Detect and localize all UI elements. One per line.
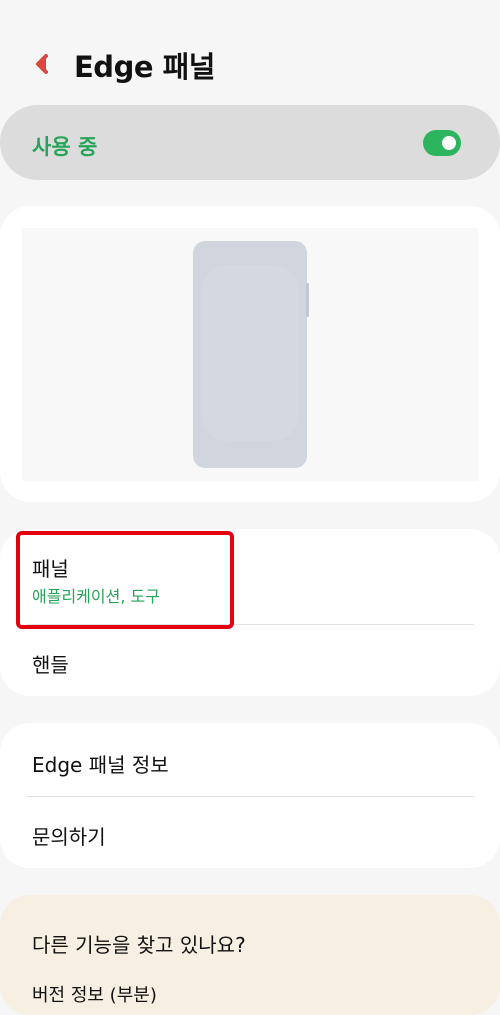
app-bar: Edge 패널	[0, 0, 500, 110]
about-card: Edge 패널 정보 문의하기	[0, 723, 500, 868]
master-switch-label: 사용 중	[32, 135, 98, 159]
phone-preview	[22, 228, 478, 481]
preview-card	[0, 206, 500, 502]
phone-image	[193, 241, 307, 468]
master-toggle[interactable]	[423, 130, 461, 156]
about-edge-panel-item[interactable]: Edge 패널 정보	[32, 749, 169, 778]
suggestions-card: 다른 기능을 찾고 있나요? 버전 정보 (부분)	[0, 895, 500, 1015]
highlight-box	[16, 531, 234, 629]
divider	[26, 796, 474, 797]
back-arrow-icon[interactable]	[30, 52, 52, 76]
contact-us-item[interactable]: 문의하기	[32, 821, 106, 850]
toggle-knob	[442, 136, 456, 150]
page-title: Edge 패널	[74, 50, 215, 84]
phone-side-button	[306, 283, 309, 317]
suggestions-title: 다른 기능을 찾고 있나요?	[32, 933, 246, 957]
handle-item-title[interactable]: 핸들	[32, 649, 69, 678]
